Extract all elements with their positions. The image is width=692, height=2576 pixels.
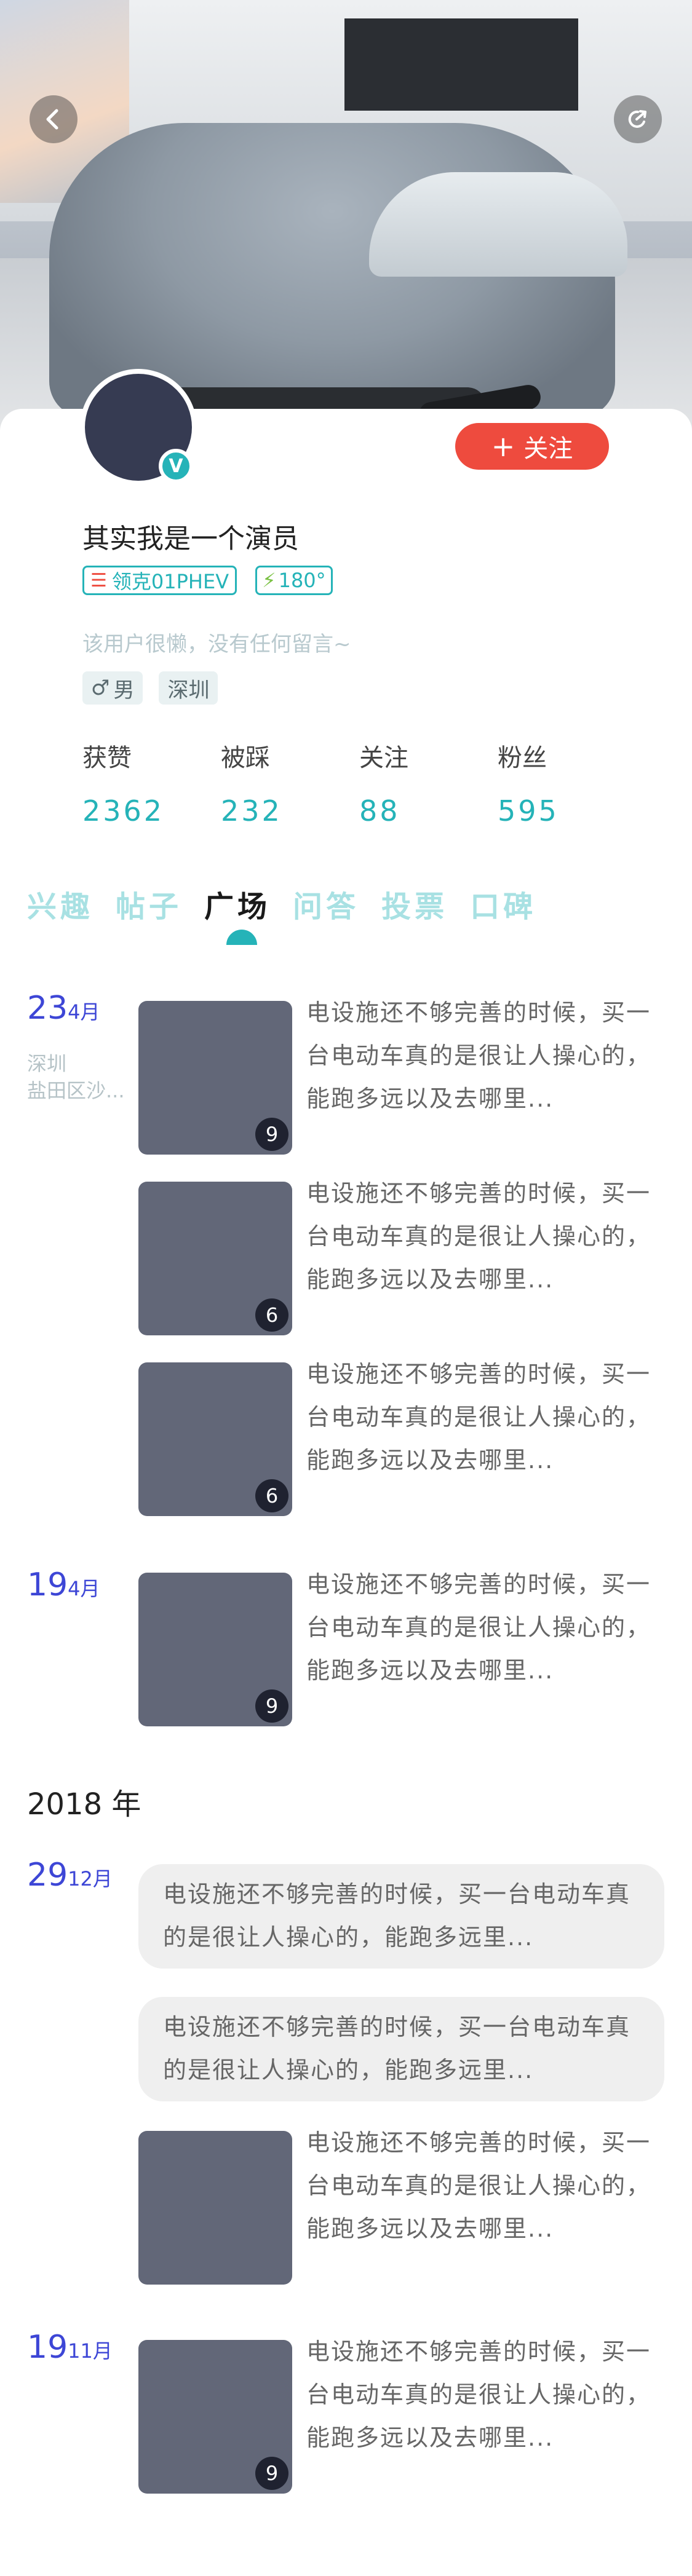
tab-plaza[interactable]: 广场 <box>204 882 271 925</box>
post-text[interactable]: 电设施还不够完善的时候，买一台电动车真的是很让人操心的，能跑多远以及去哪里... <box>306 2121 663 2250</box>
date-label: 2912月 <box>27 1857 113 1894</box>
cover-photo <box>0 0 692 430</box>
photo-count-badge: 9 <box>255 2457 288 2490</box>
stat-value: 595 <box>498 794 559 828</box>
stat-label: 粉丝 <box>498 744 547 772</box>
post-text[interactable]: 电设施还不够完善的时候，买一台电动车真的是很让人操心的，能跑多远以及去哪里... <box>306 991 663 1120</box>
city-label: 深圳 <box>167 678 210 703</box>
car-windshield <box>369 172 627 277</box>
follow-button[interactable]: + 关注 <box>455 423 609 470</box>
photo-count-badge: 6 <box>255 1298 288 1332</box>
stat-likes[interactable]: 获赞 2362 <box>82 738 221 828</box>
follow-label: 关注 <box>523 435 573 463</box>
bio-text: 该用户很懒，没有任何留言~ <box>82 632 351 657</box>
stat-label: 被踩 <box>221 744 270 772</box>
share-icon <box>628 110 646 128</box>
photo-count-badge: 6 <box>255 1479 288 1512</box>
stat-followers[interactable]: 粉丝 595 <box>498 738 636 828</box>
date-month: 11月 <box>68 2339 113 2363</box>
back-icon <box>46 109 58 130</box>
stat-value: 2362 <box>82 794 165 828</box>
stat-value: 232 <box>221 794 282 828</box>
charge-tag: ⚡ 180° <box>255 566 333 595</box>
post-thumbnail[interactable] <box>138 2131 292 2285</box>
verified-badge: V <box>159 449 193 483</box>
post-text[interactable]: 电设施还不够完善的时候，买一台电动车真的是很让人操心的，能跑多远以及去哪里... <box>306 1172 663 1301</box>
post-thumbnail[interactable]: 6 <box>138 1362 292 1516</box>
post-text[interactable]: 电设施还不够完善的时候，买一台电动车真的是很让人操心的，能跑多远以及去哪里... <box>306 2330 663 2459</box>
car-model-tag[interactable]: ☰ 领克01PHEV <box>82 566 237 595</box>
stat-value: 88 <box>359 794 400 828</box>
tab-reviews[interactable]: 口碑 <box>470 882 536 925</box>
year-header: 2018 年 <box>27 1787 141 1822</box>
post-text[interactable]: 电设施还不够完善的时候，买一台电动车真的是很让人操心的，能跑多远以及去哪里... <box>306 1353 663 1482</box>
profile-card <box>0 409 692 2576</box>
post-thumbnail[interactable]: 9 <box>138 2340 292 2494</box>
text-post-bubble[interactable]: 电设施还不够完善的时候，买一台电动车真的是很让人操心的，能跑多远里... <box>138 1997 664 2101</box>
date-label: 194月 <box>27 1567 100 1603</box>
stat-label: 获赞 <box>82 744 132 772</box>
tab-interests[interactable]: 兴趣 <box>27 882 93 925</box>
post-thumbnail[interactable]: 9 <box>138 1573 292 1726</box>
photo-count-badge: 9 <box>255 1689 288 1723</box>
location-city: 深圳 <box>27 1052 67 1075</box>
location-label: 深圳 盐田区沙... <box>27 1050 125 1104</box>
male-icon: ♂ <box>91 676 110 700</box>
charge-label: 180° <box>278 569 326 592</box>
post-text[interactable]: 电设施还不够完善的时候，买一台电动车真的是很让人操心的，能跑多远以及去哪里... <box>306 1563 663 1692</box>
tags-row: ☰ 领克01PHEV ⚡ 180° <box>82 566 333 595</box>
share-button[interactable] <box>614 95 662 143</box>
date-month: 4月 <box>68 1000 100 1024</box>
tab-votes[interactable]: 投票 <box>381 882 448 925</box>
post-thumbnail[interactable]: 6 <box>138 1182 292 1335</box>
date-label: 1911月 <box>27 2329 113 2366</box>
post-thumbnail[interactable]: 9 <box>138 1001 292 1155</box>
gender-chip: ♂ 男 <box>82 671 143 705</box>
date-day: 29 <box>27 1857 68 1894</box>
city-chip: 深圳 <box>159 671 218 705</box>
avatar[interactable]: V <box>80 369 197 486</box>
tab-bar: 兴趣 帖子 广场 问答 投票 口碑 <box>27 882 536 925</box>
date-month: 12月 <box>68 1867 113 1891</box>
stat-dislikes[interactable]: 被踩 232 <box>221 738 359 828</box>
date-day: 19 <box>27 1567 68 1603</box>
location-district: 盐田区沙... <box>27 1079 125 1102</box>
menu-icon: ☰ <box>90 569 107 591</box>
showroom-screen <box>344 18 578 111</box>
date-label: 234月 <box>27 990 100 1027</box>
photo-count-badge: 9 <box>255 1118 288 1151</box>
username: 其实我是一个演员 <box>82 523 299 555</box>
info-row: ♂ 男 深圳 <box>82 671 218 705</box>
date-day: 23 <box>27 990 68 1027</box>
stat-label: 关注 <box>359 744 408 772</box>
stats-row: 获赞 2362 被踩 232 关注 88 粉丝 595 <box>82 738 636 828</box>
tab-posts[interactable]: 帖子 <box>116 882 182 925</box>
stat-following[interactable]: 关注 88 <box>359 738 498 828</box>
lightning-icon: ⚡ <box>262 569 276 592</box>
car-model-label: 领克01PHEV <box>111 570 229 593</box>
gender-label: 男 <box>113 678 135 703</box>
date-day: 19 <box>27 2329 68 2366</box>
tab-qa[interactable]: 问答 <box>293 882 359 925</box>
back-button[interactable] <box>30 95 78 143</box>
date-month: 4月 <box>68 1577 100 1600</box>
plus-icon: + <box>491 430 515 463</box>
text-post-bubble[interactable]: 电设施还不够完善的时候，买一台电动车真的是很让人操心的，能跑多远里... <box>138 1864 664 1969</box>
